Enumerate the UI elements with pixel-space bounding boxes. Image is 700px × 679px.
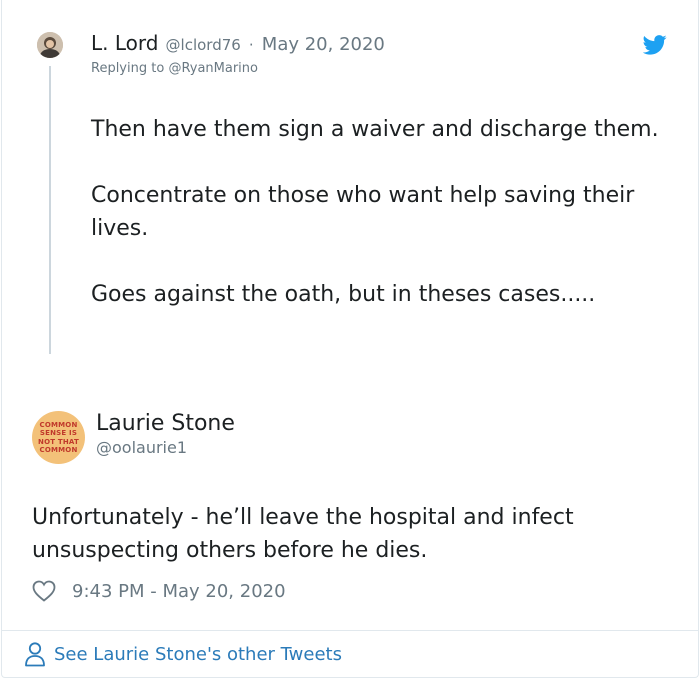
avatar-text-line: COMMON [39,420,78,429]
reply-author-avatar[interactable] [37,32,63,58]
twitter-bird-icon[interactable] [642,34,667,56]
embedded-tweet-card [1,0,699,678]
reply-paragraph: Goes against the oath, but in theses cas… [91,282,596,307]
avatar-text-line: COMMON [39,445,78,454]
reply-tweet-text: Then have them sign a waiver and dischar… [91,113,671,311]
avatar-text-line: NOT THAT [38,437,79,446]
main-author-avatar[interactable]: COMMON SENSE IS NOT THAT COMMON [32,411,85,464]
reply-author-name[interactable]: L. Lord [91,31,158,55]
reply-author-handle[interactable]: @lclord76 [166,36,241,54]
tweet-meta: 9:43 PM - May 20, 2020 [32,578,286,604]
avatar-text-line: SENSE IS [39,429,78,438]
main-author-handle[interactable]: @oolaurie1 [96,438,187,457]
reply-header: L. Lord @lclord76 · May 20, 2020 [91,31,385,55]
other-tweets-link[interactable]: See Laurie Stone's other Tweets [24,641,342,667]
heart-icon[interactable] [32,580,56,602]
main-tweet-text: Unfortunately - he’ll leave the hospital… [32,505,574,563]
other-tweets-link-text[interactable]: See Laurie Stone's other Tweets [54,644,342,665]
reply-paragraph: Then have them sign a waiver and dischar… [91,117,659,142]
reply-paragraph: Concentrate on those who want help savin… [91,183,635,241]
main-author-name[interactable]: Laurie Stone [96,411,235,436]
reply-date[interactable]: May 20, 2020 [262,34,385,55]
replying-to-label: Replying to [91,61,165,76]
thread-connector-line [49,66,51,354]
footer-divider [1,630,699,631]
replying-to: Replying to @RyanMarino [91,61,258,76]
person-icon [24,641,46,667]
tweet-timestamp[interactable]: 9:43 PM - May 20, 2020 [72,581,286,602]
replying-to-handle[interactable]: @RyanMarino [168,61,258,76]
header-separator: · [248,36,254,54]
